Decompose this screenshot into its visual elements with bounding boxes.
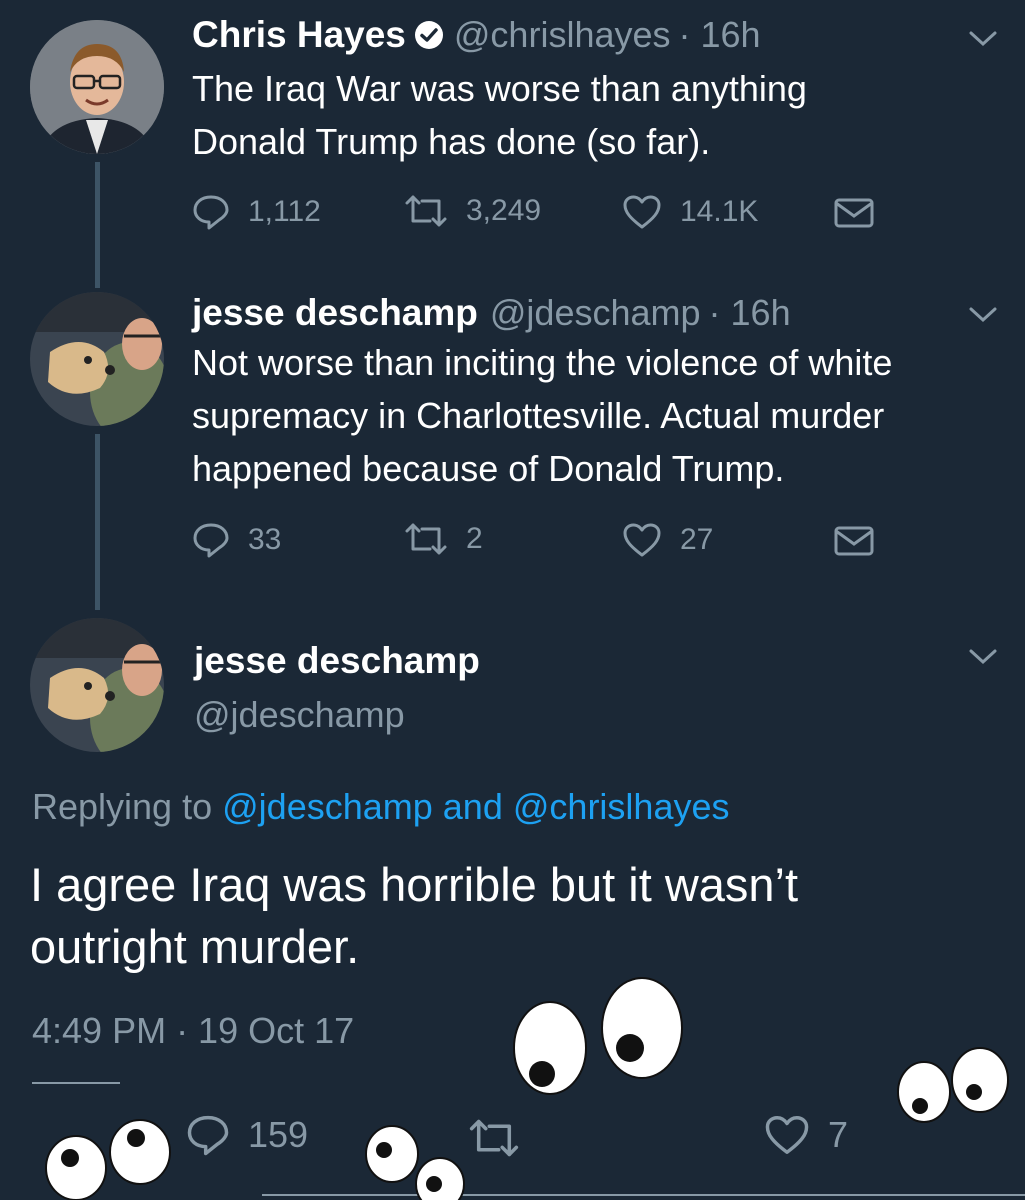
avatar-jesse-deschamp[interactable] (30, 618, 164, 752)
author-name[interactable]: jesse deschamp (194, 640, 480, 682)
thread-line (95, 162, 100, 288)
like-icon (765, 1116, 809, 1154)
like-count: 7 (828, 1114, 849, 1155)
replying-to: Replying to @jdeschamp and @chrislhayes (32, 786, 730, 828)
like-count: 14.1K (680, 195, 759, 228)
tweet-header: jesse deschamp @jdeschamp · 16h (192, 292, 791, 334)
reply-button[interactable]: 159 (186, 1114, 308, 1156)
chevron-down-icon[interactable] (968, 306, 998, 329)
reply-count: 159 (248, 1114, 309, 1155)
avatar-chris-hayes[interactable] (30, 20, 164, 154)
avatar-jesse-deschamp[interactable] (30, 292, 164, 426)
like-button[interactable]: 14.1K (622, 194, 758, 230)
like-count: 27 (680, 523, 714, 556)
like-icon (623, 523, 661, 557)
avatar-image (30, 292, 164, 426)
like-icon (623, 195, 661, 229)
replying-and: and (442, 786, 503, 827)
reply-icon (187, 1115, 229, 1156)
tweet-text-line: Donald Trump has done (so far). (192, 121, 711, 162)
avatar-image (30, 20, 164, 154)
tweet-text-line: happened because of Donald Trump. (192, 448, 785, 489)
reply-count: 33 (248, 523, 282, 556)
tweet-time: · 16h (708, 292, 791, 333)
timestamp: 4:49 PM · 19 Oct 17 (32, 1010, 355, 1051)
main-tweet-text: I agree Iraq was horrible but it wasn’t … (30, 854, 798, 978)
tweet-text: Not worse than inciting the violence of … (192, 336, 892, 495)
retweet-count: 3,249 (466, 194, 542, 227)
like-button[interactable]: 7 (764, 1114, 848, 1156)
retweet-icon (405, 195, 447, 227)
thread-line (95, 434, 100, 610)
retweet-button[interactable] (468, 1118, 520, 1163)
tweet-text-line: Not worse than inciting the violence of … (192, 342, 893, 383)
tweet-text: The Iraq War was worse than anything Don… (192, 62, 807, 168)
tweet-time: · 16h (678, 14, 761, 55)
author-handle[interactable]: @chrislhayes (454, 14, 671, 56)
dm-icon (834, 526, 874, 556)
retweet-button[interactable]: 2 (404, 522, 483, 556)
reply-icon (193, 523, 229, 558)
replying-label: Replying to (32, 786, 213, 827)
googly-eyes-icon (897, 1047, 1009, 1123)
verified-badge-icon (414, 20, 444, 50)
chevron-down-icon[interactable] (968, 30, 998, 53)
author-name[interactable]: Chris Hayes (192, 14, 406, 56)
googly-eyes-icon (45, 1119, 171, 1200)
googly-eyes-icon (365, 1125, 465, 1200)
like-button[interactable]: 27 (622, 522, 713, 558)
divider (32, 1082, 120, 1084)
avatar-image (30, 618, 164, 752)
retweet-count: 2 (466, 522, 483, 555)
retweet-icon (405, 523, 447, 555)
dm-button[interactable] (834, 198, 874, 233)
googly-eyes-icon (513, 977, 683, 1095)
tweet-header: Chris Hayes @chrislhayes · 16h (192, 14, 761, 56)
dm-icon (834, 198, 874, 228)
dm-button[interactable] (834, 526, 874, 561)
tweet-text-line: outright murder. (30, 920, 360, 973)
author-handle[interactable]: @jdeschamp (194, 694, 405, 736)
tweet-text-line: The Iraq War was worse than anything (192, 68, 807, 109)
mention-link[interactable]: @chrislhayes (513, 786, 730, 827)
mention-link[interactable]: @jdeschamp (222, 786, 433, 827)
author-name[interactable]: jesse deschamp (192, 292, 478, 334)
tweet-text-line: I agree Iraq was horrible but it wasn’t (30, 858, 799, 911)
retweet-button[interactable]: 3,249 (404, 194, 541, 228)
retweet-icon (469, 1119, 519, 1157)
reply-icon (193, 195, 229, 230)
reply-count: 1,112 (248, 195, 321, 228)
reply-button[interactable]: 33 (192, 522, 281, 558)
tweet-text-line: supremacy in Charlottesville. Actual mur… (192, 395, 885, 436)
reply-button[interactable]: 1,112 (192, 194, 321, 230)
author-handle[interactable]: @jdeschamp (490, 292, 701, 334)
chevron-down-icon[interactable] (968, 648, 998, 671)
